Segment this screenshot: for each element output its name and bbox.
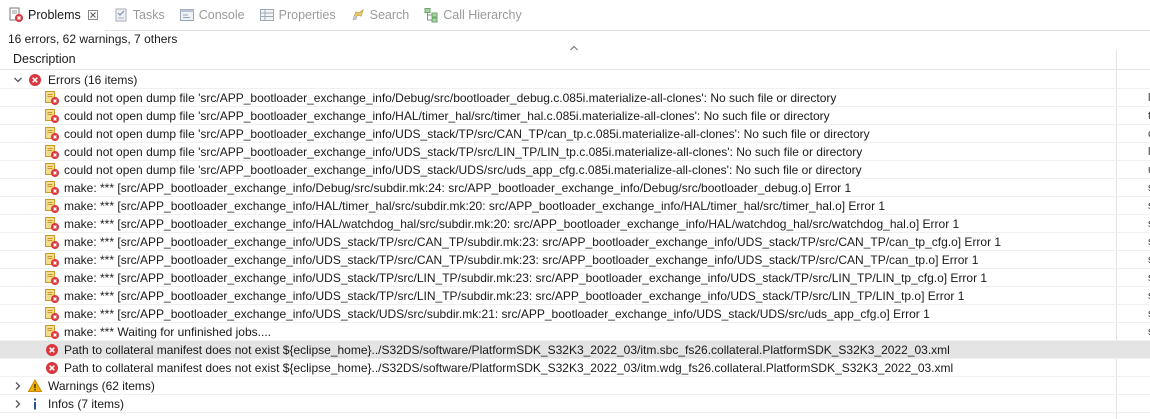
- tab-label: Call Hierarchy: [443, 8, 522, 22]
- make-error-icon: [45, 253, 59, 267]
- column-header[interactable]: Description: [0, 50, 1116, 70]
- search-icon: [350, 7, 366, 23]
- make-error-icon: [45, 163, 59, 177]
- error-message: make: *** [src/APP_bootloader_exchange_i…: [64, 289, 965, 303]
- make-error-icon: [45, 271, 59, 285]
- tab-problems[interactable]: Problems: [0, 0, 105, 31]
- group-label: Errors (16 items): [48, 73, 138, 87]
- group-errors[interactable]: Errors (16 items): [0, 71, 1150, 89]
- make-error-icon: [45, 217, 59, 231]
- make-error-icon: [45, 289, 59, 303]
- call-hierarchy-icon: [423, 7, 439, 23]
- sort-caret-icon: [570, 45, 578, 51]
- tab-console[interactable]: Console: [171, 0, 251, 31]
- error-item[interactable]: could not open dump file 'src/APP_bootlo…: [0, 107, 1150, 125]
- error-item[interactable]: Path to collateral manifest does not exi…: [0, 359, 1150, 377]
- error-message: make: *** [src/APP_bootloader_exchange_i…: [64, 181, 852, 195]
- error-message: make: *** [src/APP_bootloader_exchange_i…: [64, 199, 886, 213]
- chevron-right-icon[interactable]: [13, 399, 23, 409]
- error-icon: [46, 362, 58, 374]
- error-icon: [46, 344, 58, 356]
- error-item[interactable]: Path to collateral manifest does not exi…: [0, 341, 1150, 359]
- error-item[interactable]: make: *** [src/APP_bootloader_exchange_i…: [0, 233, 1150, 251]
- tab-properties[interactable]: Properties: [251, 0, 342, 31]
- tab-search[interactable]: Search: [342, 0, 416, 31]
- tab-label: Properties: [278, 8, 336, 22]
- chevron-right-icon[interactable]: [13, 381, 23, 391]
- problems-summary: 16 errors, 62 warnings, 7 others: [8, 32, 178, 46]
- column-header-next[interactable]: [1117, 50, 1150, 70]
- error-message: make: *** Waiting for unfinished jobs...…: [64, 325, 271, 339]
- chevron-down-icon[interactable]: [13, 75, 23, 85]
- tab-label: Console: [198, 8, 245, 22]
- group-infos[interactable]: Infos (7 items): [0, 395, 1150, 413]
- error-message: Path to collateral manifest does not exi…: [64, 343, 950, 357]
- error-item[interactable]: could not open dump file 'src/APP_bootlo…: [0, 161, 1150, 179]
- group-label: Infos (7 items): [48, 397, 125, 411]
- error-message: make: *** [src/APP_bootloader_exchange_i…: [64, 217, 960, 231]
- group-label: Warnings (62 items): [48, 379, 155, 393]
- error-item[interactable]: make: *** [src/APP_bootloader_exchange_i…: [0, 305, 1150, 323]
- make-error-icon: [45, 235, 59, 249]
- make-error-icon: [45, 127, 59, 141]
- make-error-icon: [45, 91, 59, 105]
- error-icon: [29, 74, 41, 86]
- error-message: make: *** [src/APP_bootloader_exchange_i…: [64, 235, 1002, 249]
- make-error-icon: [45, 307, 59, 321]
- problems-tree: Errors (16 items) could not open dump fi…: [0, 71, 1150, 413]
- console-icon: [179, 7, 195, 23]
- warning-icon: [27, 378, 43, 392]
- error-item[interactable]: could not open dump file 'src/APP_bootlo…: [0, 125, 1150, 143]
- error-message: could not open dump file 'src/APP_bootlo…: [64, 91, 837, 105]
- make-error-icon: [45, 325, 59, 339]
- group-warnings[interactable]: Warnings (62 items): [0, 377, 1150, 395]
- tasks-icon: [113, 7, 129, 23]
- column-description[interactable]: Description: [13, 52, 76, 66]
- error-message: could not open dump file 'src/APP_bootlo…: [64, 163, 862, 177]
- error-message: Path to collateral manifest does not exi…: [64, 361, 954, 375]
- problems-icon: [8, 7, 24, 23]
- error-message: could not open dump file 'src/APP_bootlo…: [64, 127, 870, 141]
- view-tab-bar: Problems Tasks Console Properties Search…: [0, 0, 1150, 31]
- tab-label: Tasks: [132, 8, 165, 22]
- tab-call-hierarchy[interactable]: Call Hierarchy: [415, 0, 528, 31]
- error-item[interactable]: make: *** [src/APP_bootloader_exchange_i…: [0, 251, 1150, 269]
- error-item[interactable]: make: *** [src/APP_bootloader_exchange_i…: [0, 287, 1150, 305]
- error-item[interactable]: make: *** Waiting for unfinished jobs...…: [0, 323, 1150, 341]
- error-message: make: *** [src/APP_bootloader_exchange_i…: [64, 271, 988, 285]
- error-message: make: *** [src/APP_bootloader_exchange_i…: [64, 253, 979, 267]
- make-error-icon: [45, 145, 59, 159]
- error-item[interactable]: make: *** [src/APP_bootloader_exchange_i…: [0, 215, 1150, 233]
- error-item[interactable]: could not open dump file 'src/APP_bootlo…: [0, 89, 1150, 107]
- close-icon[interactable]: [87, 9, 99, 21]
- error-message: could not open dump file 'src/APP_bootlo…: [64, 109, 830, 123]
- info-icon: [34, 398, 36, 410]
- error-item[interactable]: could not open dump file 'src/APP_bootlo…: [0, 143, 1150, 161]
- error-item[interactable]: make: *** [src/APP_bootloader_exchange_i…: [0, 197, 1150, 215]
- error-message: could not open dump file 'src/APP_bootlo…: [64, 145, 863, 159]
- make-error-icon: [45, 109, 59, 123]
- error-item[interactable]: make: *** [src/APP_bootloader_exchange_i…: [0, 269, 1150, 287]
- make-error-icon: [45, 181, 59, 195]
- tab-tasks[interactable]: Tasks: [105, 0, 171, 31]
- error-message: make: *** [src/APP_bootloader_exchange_i…: [64, 307, 930, 321]
- make-error-icon: [45, 199, 59, 213]
- tab-label: Search: [369, 8, 410, 22]
- tab-label: Problems: [28, 8, 81, 22]
- error-item[interactable]: make: *** [src/APP_bootloader_exchange_i…: [0, 179, 1150, 197]
- properties-icon: [259, 7, 275, 23]
